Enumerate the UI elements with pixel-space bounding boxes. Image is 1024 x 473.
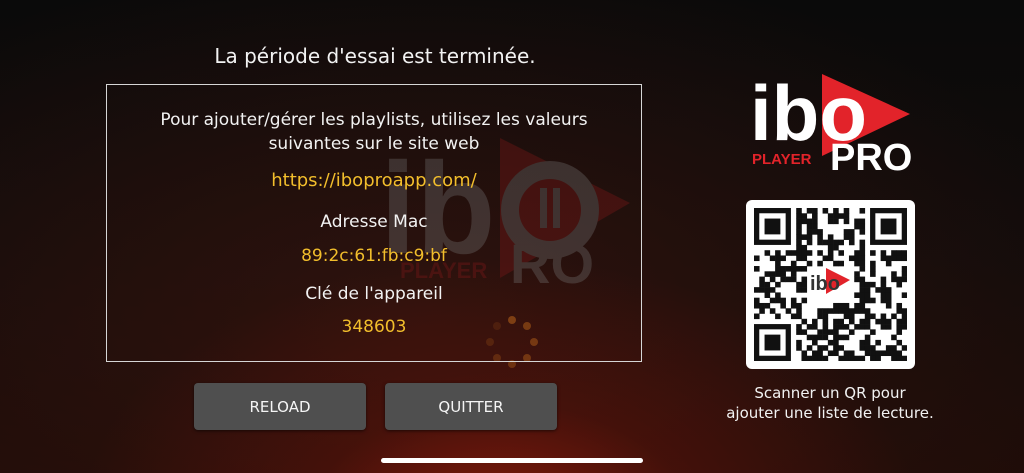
mac-address-label: Adresse Mac — [320, 212, 428, 232]
activation-info-box: Pour ajouter/gérer les playlists, utilis… — [106, 84, 642, 362]
reload-button[interactable]: RELOAD — [194, 383, 366, 430]
qr-caption: Scanner un QR pour ajouter une liste de … — [700, 383, 960, 423]
svg-text:PLAYER: PLAYER — [752, 151, 812, 168]
qr-finder-pattern — [754, 208, 791, 245]
ibo-player-pro-logo: ibo PLAYER PRO — [750, 69, 912, 179]
instructions-line-1: Pour ajouter/gérer les playlists, utilis… — [160, 110, 588, 130]
qr-finder-pattern — [870, 208, 907, 245]
device-key-value: 348603 — [341, 317, 407, 337]
qr-finder-pattern — [754, 324, 791, 361]
qr-caption-line-2: ajouter une liste de lecture. — [726, 404, 934, 422]
trial-ended-title: La période d'essai est terminée. — [214, 44, 536, 68]
svg-text:PRO: PRO — [830, 137, 912, 176]
qr-code: ibo — [746, 200, 915, 369]
instructions-line-2: suivantes sur le site web — [268, 134, 480, 154]
quit-button[interactable]: QUITTER — [385, 383, 557, 430]
device-key-label: Clé de l'appareil — [305, 284, 443, 304]
home-indicator-bar[interactable] — [381, 458, 643, 463]
qr-center-logo: ibo — [810, 268, 850, 295]
qr-caption-line-1: Scanner un QR pour — [754, 384, 906, 402]
svg-text:ibo: ibo — [810, 273, 840, 295]
website-url-link[interactable]: https://iboproapp.com/ — [107, 169, 641, 192]
mac-address-value: 89:2c:61:fb:c9:bf — [301, 246, 447, 266]
